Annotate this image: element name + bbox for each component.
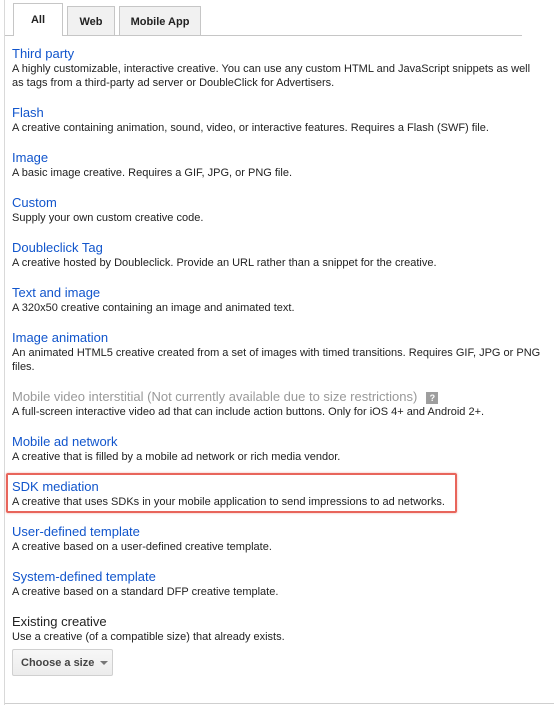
chevron-down-icon <box>100 660 109 665</box>
option-system-defined-template: System-defined template A creative based… <box>12 568 542 613</box>
option-title-system-defined-template[interactable]: System-defined template <box>12 568 542 585</box>
help-icon[interactable]: ? <box>426 392 439 404</box>
option-third-party: Third party A highly customizable, inter… <box>12 45 542 104</box>
option-title-text: Mobile video interstitial (Not currently… <box>12 389 418 404</box>
option-text-and-image: Text and image A 320x50 creative contain… <box>12 284 542 329</box>
option-custom: Custom Supply your own custom creative c… <box>12 194 542 239</box>
choose-size-dropdown[interactable]: Choose a size <box>12 649 113 676</box>
option-user-defined-template: User-defined template A creative based o… <box>12 523 542 568</box>
creative-type-tabs: All Web Mobile App <box>13 3 205 36</box>
option-description: A highly customizable, interactive creat… <box>12 63 531 89</box>
option-flash: Flash A creative containing animation, s… <box>12 104 542 149</box>
option-description: A full-screen interactive video ad that … <box>12 406 485 418</box>
dropdown-label: Choose a size <box>21 656 95 669</box>
option-description: A creative based on a standard DFP creat… <box>12 586 279 598</box>
option-description: A creative that uses SDKs in your mobile… <box>12 496 445 508</box>
option-description: A creative based on a user-defined creat… <box>12 541 272 553</box>
option-description: Use a creative (of a compatible size) th… <box>12 631 285 643</box>
option-description: A 320x50 creative containing an image an… <box>12 302 295 314</box>
tab-divider <box>5 35 522 36</box>
option-title-text-and-image[interactable]: Text and image <box>12 284 542 301</box>
option-title-doubleclick-tag[interactable]: Doubleclick Tag <box>12 239 542 256</box>
option-description: An animated HTML5 creative created from … <box>12 347 541 373</box>
option-title-mobile-video-interstitial: Mobile video interstitial (Not currently… <box>12 388 542 405</box>
option-description: A creative hosted by Doubleclick. Provid… <box>12 257 437 269</box>
option-title-image[interactable]: Image <box>12 149 542 166</box>
option-mobile-video-interstitial: Mobile video interstitial (Not currently… <box>12 388 542 433</box>
option-image: Image A basic image creative. Requires a… <box>12 149 542 194</box>
option-title-flash[interactable]: Flash <box>12 104 542 121</box>
option-title-user-defined-template[interactable]: User-defined template <box>12 523 542 540</box>
option-image-animation: Image animation An animated HTML5 creati… <box>12 329 542 388</box>
option-title-mobile-ad-network[interactable]: Mobile ad network <box>12 433 542 450</box>
option-description: Supply your own custom creative code. <box>12 212 204 224</box>
option-title-sdk-mediation[interactable]: SDK mediation <box>12 478 542 495</box>
option-description: A creative that is filled by a mobile ad… <box>12 451 341 463</box>
bottom-divider <box>5 703 554 704</box>
option-description: A basic image creative. Requires a GIF, … <box>12 167 292 179</box>
option-description: A creative containing animation, sound, … <box>12 122 489 134</box>
option-title-image-animation[interactable]: Image animation <box>12 329 542 346</box>
creative-type-list: Third party A highly customizable, inter… <box>6 45 542 676</box>
option-existing-creative: Existing creative Use a creative (of a c… <box>12 613 542 676</box>
option-sdk-mediation: SDK mediation A creative that uses SDKs … <box>6 473 542 523</box>
option-mobile-ad-network: Mobile ad network A creative that is fil… <box>12 433 542 478</box>
tab-mobile-app[interactable]: Mobile App <box>119 6 201 36</box>
option-doubleclick-tag: Doubleclick Tag A creative hosted by Dou… <box>12 239 542 284</box>
option-title-third-party[interactable]: Third party <box>12 45 542 62</box>
tab-all[interactable]: All <box>13 3 63 36</box>
option-title-custom[interactable]: Custom <box>12 194 542 211</box>
option-title-existing-creative: Existing creative <box>12 614 107 629</box>
tab-web[interactable]: Web <box>67 6 115 36</box>
